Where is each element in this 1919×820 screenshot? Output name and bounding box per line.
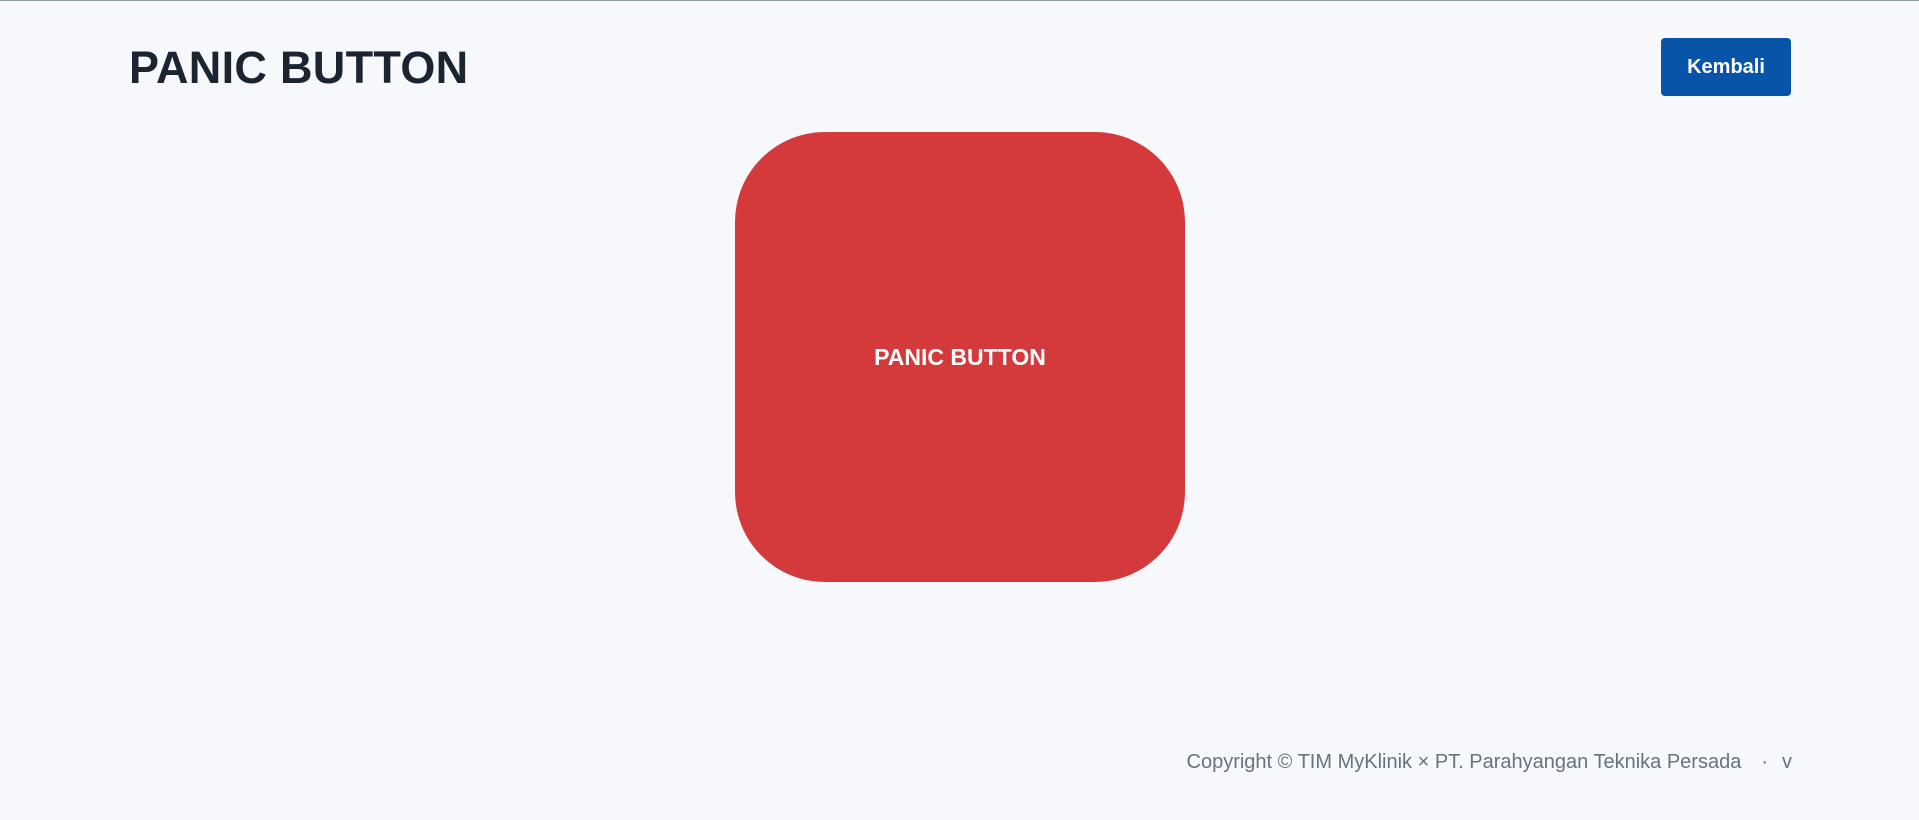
page-title: PANIC BUTTON xyxy=(129,42,469,93)
back-button[interactable]: Kembali xyxy=(1661,38,1791,96)
footer-version: v xyxy=(1782,751,1792,773)
panic-button[interactable]: PANIC BUTTON xyxy=(735,132,1185,582)
footer-separator: · xyxy=(1761,751,1768,773)
footer: Copyright © TIM MyKlinik × PT. Parahyang… xyxy=(1187,751,1793,774)
panic-button-label: PANIC BUTTON xyxy=(874,343,1046,370)
footer-copyright: Copyright © TIM MyKlinik × PT. Parahyang… xyxy=(1186,751,1742,773)
